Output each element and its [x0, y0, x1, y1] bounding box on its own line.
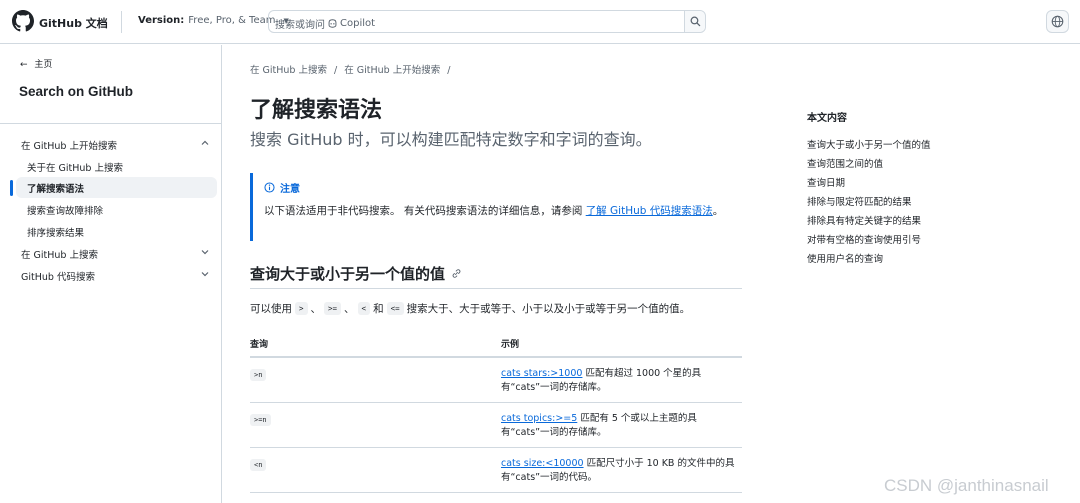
chevron-down-icon [201, 272, 209, 277]
op-less: < [357, 302, 371, 315]
home-label: 主页 [34, 60, 53, 70]
sidebar-divider [0, 123, 221, 124]
section-heading: 查询大于或小于另一个值的值 [250, 263, 462, 284]
code-search-syntax-link[interactable]: 了解 GitHub 代码搜索语法 [586, 205, 713, 217]
chevron-up-icon [201, 140, 209, 145]
version-picker[interactable]: Version: Free, Pro, & Team ▼ [138, 15, 289, 26]
info-icon [264, 182, 275, 193]
page-lead: 搜索 GitHub 时，可以构建匹配特定数字和字词的查询。 [250, 130, 652, 149]
para-and: 和 [373, 303, 384, 315]
page-title: 了解搜索语法 [250, 98, 383, 123]
note-end: 。 [712, 205, 724, 217]
header-divider [121, 11, 122, 33]
search-icon [690, 16, 700, 27]
sidebar-item-label: 了解搜索语法 [27, 183, 85, 195]
op-greater: > [295, 302, 308, 315]
example-link[interactable]: cats topics:>=5 [501, 413, 577, 424]
sidebar-item-label: 在 GitHub 上开始搜索 [21, 140, 117, 152]
copilot-icon [328, 19, 337, 28]
link-icon[interactable] [451, 268, 462, 279]
breadcrumb-link-search-on-github[interactable]: 在 GitHub 上搜索 [250, 65, 327, 76]
table-header-rule [250, 356, 742, 358]
para-prefix: 可以使用 [250, 303, 292, 315]
site-brand[interactable]: GitHub 文档 [39, 15, 108, 31]
breadcrumb-separator: / [334, 65, 338, 76]
sidebar-item-label: 排序搜索结果 [27, 227, 85, 239]
version-label: Version: [138, 15, 185, 26]
example-link[interactable]: cats stars:>1000 [501, 368, 582, 379]
note-body-text: 以下语法适用于非代码搜索。 有关代码搜索语法的详细信息，请参阅 [264, 205, 586, 217]
sidebar-title[interactable]: Search on GitHub [19, 84, 133, 99]
search-placeholder-suffix: Copilot [340, 18, 376, 29]
table-header-query: 查询 [250, 340, 269, 350]
search-button[interactable] [684, 11, 705, 32]
example-link[interactable]: cats size:<10000 [501, 458, 584, 469]
para-sep: 、 [310, 303, 322, 315]
toc-item[interactable]: 查询大于或小于另一个值的值 [807, 137, 931, 151]
section-heading-rule [250, 288, 742, 289]
sidebar-item-label: GitHub 代码搜索 [21, 271, 95, 283]
top-header: GitHub 文档 Version: Free, Pro, & Team ▼ 搜… [0, 0, 1080, 44]
table-cell-query: >=n [250, 414, 271, 426]
breadcrumb-separator: / [447, 65, 451, 76]
sidebar-item-label: 搜索查询故障排除 [27, 205, 104, 217]
sidebar-item-label: 在 GitHub 上搜索 [21, 249, 98, 261]
breadcrumb: 在 GitHub 上搜索 / 在 GitHub 上开始搜索 / [250, 62, 454, 76]
sidebar-item-sorting[interactable]: 排序搜索结果 [0, 221, 221, 242]
arrow-left-icon: ← [20, 60, 28, 70]
toc-item[interactable]: 排除与限定符匹配的结果 [807, 194, 912, 208]
toc-item[interactable]: 查询范围之间的值 [807, 156, 883, 170]
table-cell-query: >n [250, 369, 267, 381]
toc-item[interactable]: 排除具有特定关键字的结果 [807, 213, 921, 227]
language-button[interactable] [1046, 10, 1069, 33]
sidebar-item-label: 关于在 GitHub 上搜索 [27, 162, 123, 174]
toc-item[interactable]: 使用用户名的查询 [807, 251, 883, 265]
watermark: CSDN @janthinasnail [884, 476, 1049, 495]
note-title-text: 注意 [280, 184, 300, 195]
table-row-divider [250, 402, 742, 403]
sidebar: ← 主页 Search on GitHub 在 GitHub 上开始搜索 关于在… [0, 45, 222, 503]
section-paragraph: 可以使用 > 、 >= 、 < 和 <= 搜索大于、大于或等于、小于以及小于或等… [250, 301, 690, 316]
table-cell-example: cats stars:>1000 匹配有超过 1000 个星的具有“cats”一… [501, 367, 737, 395]
github-logo-icon[interactable] [12, 10, 34, 32]
note-body: 以下语法适用于非代码搜索。 有关代码搜索语法的详细信息，请参阅 了解 GitHu… [264, 204, 724, 219]
note-callout: 注意 以下语法适用于非代码搜索。 有关代码搜索语法的详细信息，请参阅 了解 Gi… [250, 173, 742, 241]
note-title: 注意 [264, 180, 300, 195]
para-suffix: 搜索大于、大于或等于、小于以及小于或等于另一个值的值。 [406, 303, 691, 315]
table-cell-example: cats size:<10000 匹配尺寸小于 10 KB 的文件中的具有“ca… [501, 457, 737, 485]
search-input[interactable]: 搜索或询问 Copilot [268, 10, 706, 33]
sidebar-item-search-syntax[interactable]: 了解搜索语法 [0, 177, 221, 198]
section-heading-text: 查询大于或小于另一个值的值 [250, 265, 446, 283]
sidebar-item-getting-started[interactable]: 在 GitHub 上开始搜索 [0, 134, 221, 155]
op-greater-equal: >= [324, 302, 342, 315]
search-placeholder-prefix: 搜索或询问 [275, 20, 325, 31]
chevron-down-icon [201, 250, 209, 255]
toc-title: 本文内容 [807, 113, 847, 124]
table-header-example: 示例 [501, 340, 520, 350]
table-row-divider [250, 492, 742, 493]
table-cell-query: <n [250, 459, 267, 471]
op-less-equal: <= [386, 302, 404, 315]
table-cell-example: cats topics:>=5 匹配有 5 个或以上主题的具有“cats”一词的… [501, 412, 737, 440]
version-value: Free, Pro, & Team [188, 15, 276, 26]
sidebar-item-troubleshooting[interactable]: 搜索查询故障排除 [0, 199, 221, 220]
breadcrumb-link-getting-started[interactable]: 在 GitHub 上开始搜索 [344, 65, 440, 76]
search-placeholder: 搜索或询问 Copilot [275, 16, 375, 31]
toc-item[interactable]: 查询日期 [807, 175, 845, 189]
sidebar-item-code-search[interactable]: GitHub 代码搜索 [0, 265, 221, 286]
para-sep: 、 [344, 303, 355, 315]
sidebar-item-about-search[interactable]: 关于在 GitHub 上搜索 [0, 156, 221, 177]
home-link[interactable]: ← 主页 [20, 57, 52, 70]
table-row-divider [250, 447, 742, 448]
toc-item[interactable]: 对带有空格的查询使用引号 [807, 232, 921, 246]
sidebar-item-searching-on-github[interactable]: 在 GitHub 上搜索 [0, 243, 221, 264]
globe-icon [1051, 15, 1064, 28]
